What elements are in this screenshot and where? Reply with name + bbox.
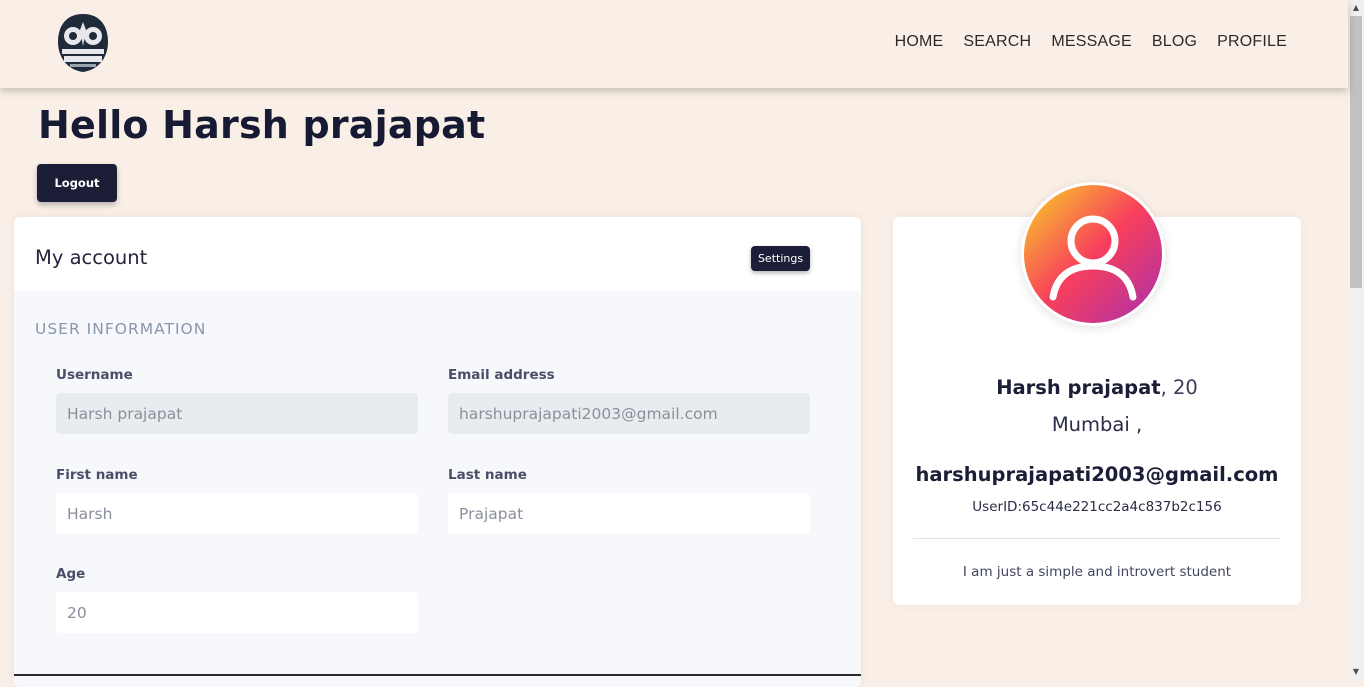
first-name-label: First name [56, 467, 138, 483]
profile-age: , 20 [1160, 376, 1198, 399]
profile-city: Mumbai , [1051, 413, 1143, 436]
nav-menu: HOME SEARCH MESSAGE BLOG PROFILE [895, 33, 1287, 51]
age-label: Age [56, 566, 86, 582]
card-bottom-divider [14, 674, 861, 676]
scroll-up-arrow-icon[interactable]: ▲ [1348, 0, 1364, 16]
profile-divider [913, 538, 1280, 539]
first-name-input[interactable] [56, 493, 418, 534]
nav-link-message[interactable]: MESSAGE [1051, 33, 1132, 51]
navbar: HOME SEARCH MESSAGE BLOG PROFILE [0, 0, 1348, 88]
user-information-heading: USER INFORMATION [35, 320, 207, 338]
last-name-label: Last name [448, 467, 527, 483]
account-card-header: My account Settings [14, 217, 861, 291]
greeting-heading: Hello Harsh prajapat [38, 103, 486, 147]
profile-name-line: Harsh prajapat, 20 [893, 376, 1301, 399]
nav-link-home[interactable]: HOME [895, 33, 944, 51]
profile-userid: UserID:65c44e221cc2a4c837b2c156 [893, 499, 1301, 515]
nav-link-search[interactable]: SEARCH [963, 33, 1031, 51]
username-label: Username [56, 367, 133, 383]
avatar[interactable] [1021, 182, 1165, 326]
profile-bio: I am just a simple and introvert student [962, 564, 1232, 580]
email-input[interactable] [448, 393, 810, 434]
logout-button[interactable]: Logout [37, 164, 117, 202]
scroll-down-arrow-icon[interactable]: ▼ [1348, 664, 1364, 680]
scrollbar-thumb[interactable] [1350, 16, 1362, 288]
profile-name: Harsh prajapat [996, 376, 1161, 399]
age-input[interactable] [56, 592, 418, 633]
my-account-card: My account Settings USER INFORMATION Use… [14, 217, 861, 687]
nav-link-blog[interactable]: BLOG [1152, 33, 1197, 51]
settings-button[interactable]: Settings [751, 246, 810, 271]
userid-value: 65c44e221cc2a4c837b2c156 [1022, 499, 1222, 515]
username-input[interactable] [56, 393, 418, 434]
profile-email: harshuprajapati2003@gmail.com [915, 463, 1279, 486]
nav-link-profile[interactable]: PROFILE [1217, 33, 1287, 51]
user-avatar-icon [1024, 185, 1162, 323]
study-partner-logo[interactable] [56, 12, 110, 74]
last-name-input[interactable] [448, 493, 810, 534]
userid-label: UserID: [972, 499, 1022, 515]
email-label: Email address [448, 367, 555, 383]
account-title: My account [35, 246, 148, 269]
